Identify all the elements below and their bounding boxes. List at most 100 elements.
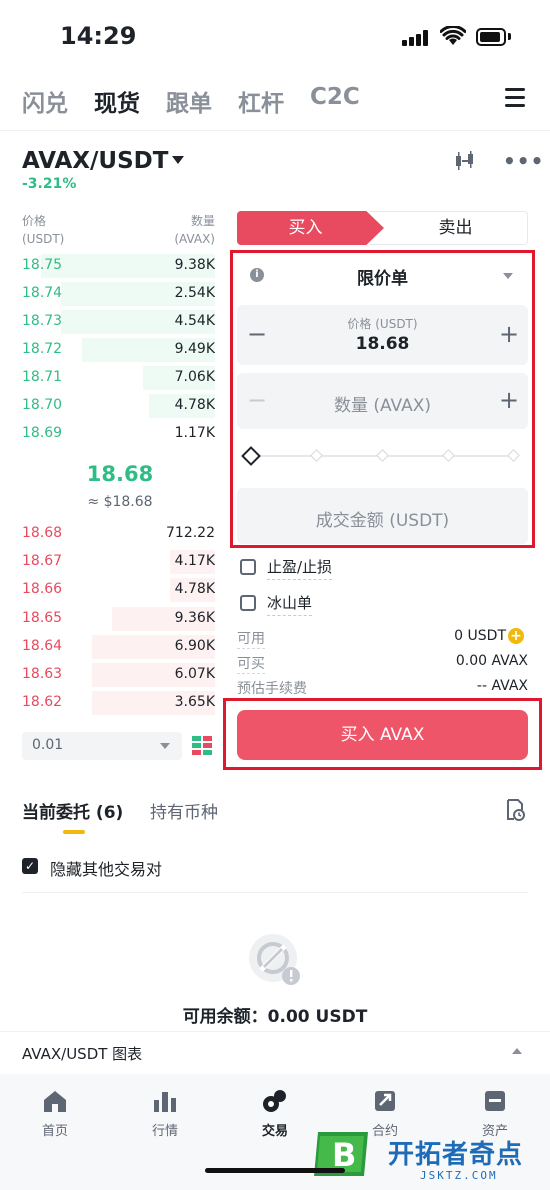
orderbook-bid-row[interactable]: 18.72 9.49K xyxy=(0,336,225,364)
tab-flash-swap[interactable]: 闪兑 xyxy=(22,84,68,118)
fee-label: 预估手续费 xyxy=(237,678,307,699)
chart-toggle-label[interactable]: AVAX/USDT 图表 xyxy=(22,1043,142,1064)
pair-selector[interactable]: AVAX/USDT xyxy=(22,148,168,174)
tab-underline xyxy=(63,830,85,834)
orderbook-bid-row[interactable]: 18.70 4.78K xyxy=(0,392,225,420)
tab-open-orders[interactable]: 当前委托 (6) xyxy=(22,798,123,823)
caret-up-icon[interactable] xyxy=(512,1048,522,1054)
orderbook-bid-row[interactable]: 18.74 2.54K xyxy=(0,280,225,308)
hide-other-pairs-label[interactable]: 隐藏其他交易对 xyxy=(50,856,162,880)
ob-price-header: 价格 (USDT) xyxy=(22,214,65,246)
tab-margin[interactable]: 杠杆 xyxy=(238,84,284,118)
battery-tip xyxy=(508,33,511,40)
orderbook-ask-row[interactable]: 18.65 9.36K xyxy=(0,605,225,633)
orderbook-ask-row[interactable]: 18.62 3.65K xyxy=(0,689,225,717)
iceberg-checkbox[interactable] xyxy=(240,595,256,611)
row-quantity: 2.54K xyxy=(174,285,215,301)
available-value: 0 USDT xyxy=(454,628,506,644)
last-price[interactable]: 18.68 xyxy=(0,462,240,486)
row-quantity: 7.06K xyxy=(174,369,215,385)
menu-icon[interactable] xyxy=(505,88,525,108)
pair-change: -3.21% xyxy=(22,176,77,192)
row-price: 18.69 xyxy=(22,425,63,441)
row-price: 18.70 xyxy=(22,397,63,413)
row-price: 18.62 xyxy=(22,694,63,710)
top-divider xyxy=(0,130,550,131)
row-price: 18.65 xyxy=(22,610,63,626)
fee-value: -- AVAX xyxy=(476,678,528,694)
precision-select[interactable]: 0.01 xyxy=(22,732,182,760)
can-buy-label: 可买 xyxy=(237,653,265,674)
ob-qty-header: 数量 (AVAX) xyxy=(174,214,215,246)
row-price: 18.73 xyxy=(22,313,63,329)
orderbook-ask-row[interactable]: 18.63 6.07K xyxy=(0,661,225,689)
divider xyxy=(22,892,528,893)
tab-sell[interactable]: 卖出 xyxy=(370,211,528,245)
candlestick-chart-icon[interactable] xyxy=(453,150,477,172)
orderbook-bid-row[interactable]: 18.73 4.54K xyxy=(0,308,225,336)
wallet-icon xyxy=(482,1088,508,1114)
more-options-icon[interactable]: ••• xyxy=(503,151,544,171)
row-price: 18.71 xyxy=(22,369,63,385)
tp-sl-checkbox[interactable] xyxy=(240,559,256,575)
row-quantity: 4.78K xyxy=(174,397,215,413)
divider xyxy=(0,1031,550,1032)
caret-down-icon[interactable] xyxy=(172,156,184,164)
available-label: 可用 xyxy=(237,628,265,649)
orderbook-ask-row[interactable]: 18.64 6.90K xyxy=(0,633,225,661)
orderbook-bid-row[interactable]: 18.71 7.06K xyxy=(0,364,225,392)
row-quantity: 3.65K xyxy=(174,694,215,710)
available-balance: 可用余额：0.00 USDT xyxy=(182,1007,368,1027)
market-icon xyxy=(152,1088,178,1114)
tab-buy[interactable]: 买入 xyxy=(237,211,384,245)
nav-markets[interactable]: 行情 xyxy=(130,1088,200,1139)
row-quantity: 4.54K xyxy=(174,313,215,329)
row-quantity: 6.07K xyxy=(174,666,215,682)
row-quantity: 1.17K xyxy=(174,425,215,441)
orderbook-layout-icon[interactable] xyxy=(192,736,212,756)
order-history-icon[interactable] xyxy=(505,799,525,821)
row-price: 18.74 xyxy=(22,285,63,301)
tab-c2c[interactable]: C2C xyxy=(310,84,360,110)
orderbook-ask-row[interactable]: 18.68 712.22 xyxy=(0,520,225,548)
add-funds-icon[interactable]: + xyxy=(508,628,524,644)
tab-holdings[interactable]: 持有币种 xyxy=(150,798,218,823)
caret-down-icon xyxy=(160,743,170,749)
orderbook-ask-row[interactable]: 18.66 4.78K xyxy=(0,576,225,604)
row-price: 18.63 xyxy=(22,666,63,682)
watermark-text: 开拓者奇点 xyxy=(388,1140,524,1170)
last-price-fiat: ≈ $18.68 xyxy=(87,494,153,510)
highlight-box xyxy=(230,250,535,548)
nav-label: 首页 xyxy=(41,1124,68,1139)
nav-label: 行情 xyxy=(151,1124,178,1139)
status-time: 14:29 xyxy=(60,22,137,50)
nav-assets[interactable]: 资产 xyxy=(460,1088,530,1139)
row-price: 18.72 xyxy=(22,341,63,357)
watermark-url: JSKTZ.COM xyxy=(420,1169,498,1182)
tab-spot[interactable]: 现货 xyxy=(94,84,140,118)
row-quantity: 4.78K xyxy=(174,581,215,597)
tab-copy-trade[interactable]: 跟单 xyxy=(166,84,212,118)
wifi-icon xyxy=(439,25,467,46)
row-price: 18.75 xyxy=(22,257,63,273)
orderbook-bid-row[interactable]: 18.69 1.17K xyxy=(0,420,225,448)
tp-sl-label[interactable]: 止盈/止损 xyxy=(267,556,333,580)
row-quantity: 9.49K xyxy=(174,341,215,357)
trade-icon xyxy=(262,1088,288,1114)
row-price: 18.64 xyxy=(22,638,63,654)
home-icon xyxy=(42,1088,68,1114)
cellular-signal-icon xyxy=(402,30,430,46)
iceberg-label[interactable]: 冰山单 xyxy=(267,592,313,616)
row-quantity: 9.38K xyxy=(174,257,215,273)
nav-trade[interactable]: 交易 xyxy=(240,1088,310,1139)
hide-other-pairs-checkbox[interactable]: ✓ xyxy=(22,858,38,874)
battery-icon xyxy=(476,28,506,46)
orderbook-bid-row[interactable]: 18.75 9.38K xyxy=(0,252,225,280)
row-quantity: 4.17K xyxy=(174,553,215,569)
row-price: 18.66 xyxy=(22,581,63,597)
nav-label: 交易 xyxy=(261,1124,288,1139)
nav-home[interactable]: 首页 xyxy=(20,1088,90,1139)
precision-value: 0.01 xyxy=(32,737,64,753)
row-price: 18.68 xyxy=(22,525,63,541)
orderbook-ask-row[interactable]: 18.67 4.17K xyxy=(0,548,225,576)
